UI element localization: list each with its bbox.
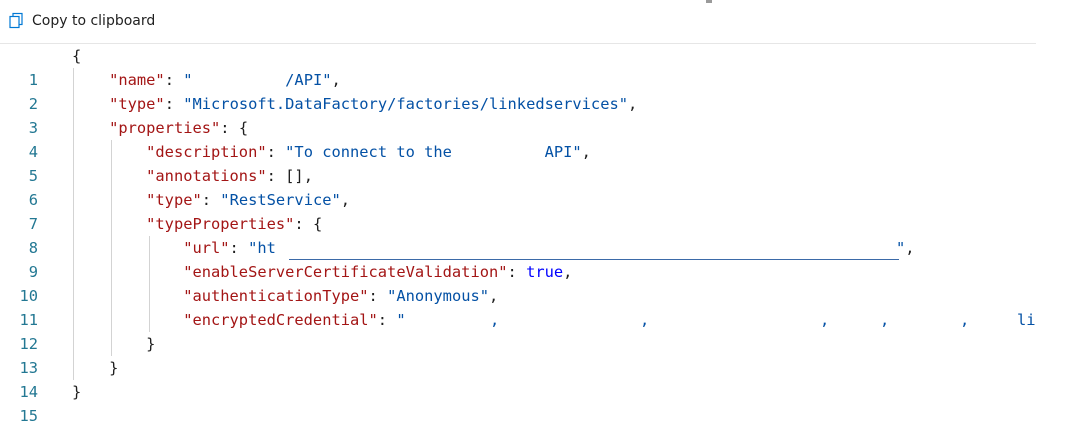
top-marker (706, 0, 712, 3)
json-value: true (526, 263, 564, 281)
json-value: [] (285, 167, 304, 185)
json-value: " (396, 311, 406, 329)
code-line: 12 "encryptedCredential": " , , , , , li (0, 308, 1036, 353)
code-line: 1 { (0, 44, 1036, 89)
json-key: "encryptedCredential" (183, 311, 378, 329)
code-editor[interactable]: 1 { 2 "name": " /API", 3 "type": "Micros… (0, 43, 1036, 424)
code-line: 6 "annotations": [], (0, 164, 1036, 209)
code-line: 3 "type": "Microsoft.DataFactory/factori… (0, 92, 1036, 137)
json-key: "name" (109, 71, 165, 89)
copy-to-clipboard-button[interactable]: Copy to clipboard (8, 8, 155, 34)
json-value: "To connect to the API" (285, 143, 582, 161)
json-key: "url" (183, 239, 230, 257)
json-value-end: " (896, 239, 906, 257)
code-line: 13 } (0, 332, 1036, 377)
json-value-tail: li (1017, 311, 1036, 329)
json-key: "type" (146, 191, 202, 209)
json-value: "Anonymous" (387, 287, 490, 305)
code-line: 2 "name": " /API", (0, 68, 1036, 113)
code-line: 5 "description": "To connect to the API"… (0, 140, 1036, 185)
json-value: "RestService" (220, 191, 341, 209)
code-line: 8 "typeProperties": { (0, 212, 1036, 257)
json-value: "Microsoft.DataFactory/factories/linkeds… (183, 95, 628, 113)
code-line: 9 "url": "ht ", (0, 236, 1036, 281)
json-key: "typeProperties" (146, 215, 295, 233)
json-key: "properties" (109, 119, 221, 137)
copy-label: Copy to clipboard (32, 13, 156, 29)
code-line: 11 "authenticationType": "Anonymous", (0, 284, 1036, 329)
code-line: 14 } (0, 356, 1036, 401)
line-number: 15 (19, 407, 38, 424)
json-key: "enableServerCertificateValidation" (183, 263, 508, 281)
json-value: " /API" (183, 71, 332, 89)
code-line: 15 } (0, 380, 1036, 424)
json-key: "description" (146, 143, 267, 161)
json-key: "authenticationType" (183, 287, 369, 305)
json-key: "annotations" (146, 167, 267, 185)
json-value: "ht (248, 239, 276, 257)
code-line: 7 "type": "RestService", (0, 188, 1036, 233)
copy-icon (8, 12, 26, 30)
code-line: 4 "properties": { (0, 116, 1036, 161)
json-key: "type" (109, 95, 165, 113)
code-line: 10 "enableServerCertificateValidation": … (0, 260, 1036, 305)
